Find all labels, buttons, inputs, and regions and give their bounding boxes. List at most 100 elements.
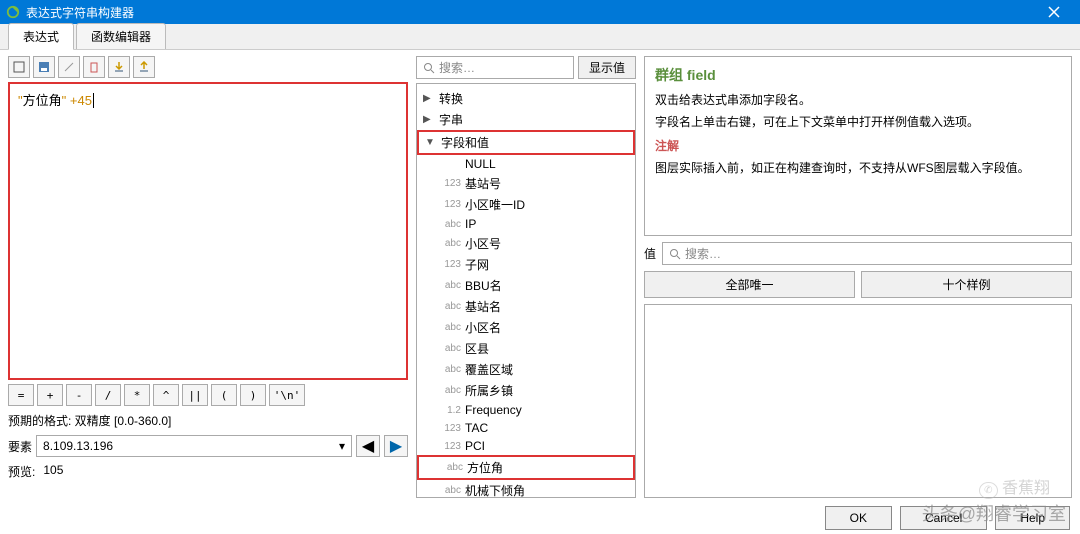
search-icon (669, 248, 681, 260)
tree-group-fields[interactable]: ▼字段和值 (417, 130, 635, 155)
values-label: 值 (644, 245, 656, 262)
app-icon (6, 5, 20, 19)
field-type-tag: abc (441, 385, 461, 396)
tree-field-item[interactable]: abc 区县 (417, 338, 635, 359)
show-values-button[interactable]: 显示值 (578, 56, 636, 79)
field-label: 小区号 (465, 235, 501, 252)
field-label: 方位角 (467, 459, 503, 476)
op-divide[interactable]: / (95, 384, 121, 406)
field-type-tag: abc (441, 485, 461, 496)
tree-field-item[interactable]: NULL (417, 155, 635, 173)
tree-field-item[interactable]: abc小区号 (417, 233, 635, 254)
feature-label: 要素 (8, 438, 32, 455)
import-button[interactable] (108, 56, 130, 78)
field-type-tag: abc (441, 219, 461, 230)
all-unique-button[interactable]: 全部唯一 (644, 271, 855, 298)
op-power[interactable]: ^ (153, 384, 179, 406)
chevron-down-icon: ▾ (339, 439, 345, 453)
tree-field-item[interactable]: abc 基站名 (417, 296, 635, 317)
field-type-tag: abc (441, 280, 461, 291)
feature-combo[interactable]: 8.109.13.196 ▾ (36, 435, 352, 457)
tree-field-item[interactable]: abc 覆盖区域 (417, 359, 635, 380)
op-concat[interactable]: || (182, 384, 208, 406)
field-type-tag: 123 (441, 259, 461, 270)
export-button[interactable] (133, 56, 155, 78)
field-type-tag: abc (441, 343, 461, 354)
op-minus[interactable]: - (66, 384, 92, 406)
op-rparen[interactable]: ) (240, 384, 266, 406)
ten-samples-button[interactable]: 十个样例 (861, 271, 1072, 298)
op-multiply[interactable]: * (124, 384, 150, 406)
field-label: IP (465, 217, 476, 231)
clear-button[interactable] (8, 56, 30, 78)
cancel-button[interactable]: Cancel (900, 506, 987, 530)
titlebar: 表达式字符串构建器 (0, 0, 1080, 24)
field-label: 基站名 (465, 298, 501, 315)
field-type-tag: abc (441, 322, 461, 333)
tree-field-item[interactable]: 123 PCI (417, 437, 635, 455)
tree-field-item[interactable]: 1.2 Frequency (417, 401, 635, 419)
tree-field-item[interactable]: abc 机械下倾角 (417, 480, 635, 498)
field-label: 小区唯一ID (465, 196, 525, 213)
field-type-tag: abc (441, 364, 461, 375)
field-type-tag: 123 (441, 441, 461, 452)
prev-feature-button[interactable]: ◀ (356, 435, 380, 457)
expand-icon: ▶ (423, 114, 435, 125)
field-label: 区县 (465, 340, 489, 357)
next-feature-button[interactable]: ▶ (384, 435, 408, 457)
close-icon (1048, 6, 1060, 18)
op-lparen[interactable]: ( (211, 384, 237, 406)
op-equals[interactable]: = (8, 384, 34, 406)
field-label: 子网 (465, 256, 489, 273)
function-search-input[interactable]: 搜索… (416, 56, 574, 79)
field-label: PCI (465, 439, 485, 453)
tree-group[interactable]: ▶转换 (417, 88, 635, 109)
expand-icon: ▶ (423, 93, 435, 104)
delete-button[interactable] (83, 56, 105, 78)
tree-field-item[interactable]: abc 方位角 (417, 455, 635, 480)
field-label: Frequency (465, 403, 522, 417)
expression-toolbar (8, 56, 408, 78)
help-button[interactable]: Help (995, 506, 1070, 530)
tree-field-item[interactable]: 123 子网 (417, 254, 635, 275)
op-newline[interactable]: '\n' (269, 384, 305, 406)
expression-editor[interactable]: "方位角" +45 (8, 82, 408, 380)
dialog-buttons: OK Cancel Help (825, 506, 1070, 530)
field-label: 小区名 (465, 319, 501, 336)
values-search-input[interactable]: 搜索… (662, 242, 1072, 265)
field-type-tag: 123 (441, 423, 461, 434)
tab-expression[interactable]: 表达式 (8, 23, 74, 50)
save-button[interactable] (33, 56, 55, 78)
field-type-tag: 1.2 (441, 405, 461, 416)
tree-field-item[interactable]: abc BBU名 (417, 275, 635, 296)
tree-field-item[interactable]: abc 小区名 (417, 317, 635, 338)
tree-field-item[interactable]: 123 小区唯一ID (417, 194, 635, 215)
field-type-tag: abc (441, 301, 461, 312)
triangle-right-icon: ▶ (390, 436, 402, 456)
tree-field-item[interactable]: 123TAC (417, 419, 635, 437)
tab-function-editor[interactable]: 函数编辑器 (76, 23, 166, 49)
help-title: 群组 field (655, 65, 1061, 85)
edit-button[interactable] (58, 56, 80, 78)
field-label: 机械下倾角 (465, 482, 525, 498)
field-type-tag: abc (443, 462, 463, 473)
close-button[interactable] (1034, 0, 1074, 24)
search-icon (423, 62, 435, 74)
operator-row: = + - / * ^ || ( ) '\n' (8, 384, 408, 406)
tree-field-item[interactable]: abc所属乡镇 (417, 380, 635, 401)
triangle-left-icon: ◀ (362, 436, 374, 456)
field-label: 覆盖区域 (465, 361, 513, 378)
tree-group[interactable]: ▶字串 (417, 109, 635, 130)
preview-row: 预览: 105 (8, 463, 408, 480)
window-title: 表达式字符串构建器 (26, 4, 1034, 21)
op-plus[interactable]: + (37, 384, 63, 406)
tabs-row: 表达式 函数编辑器 (0, 24, 1080, 50)
tree-field-item[interactable]: abc IP (417, 215, 635, 233)
collapse-icon: ▼ (425, 137, 437, 148)
field-type-tag: 123 (441, 199, 461, 210)
values-list[interactable] (644, 304, 1072, 498)
field-label: BBU名 (465, 277, 502, 294)
tree-field-item[interactable]: 123基站号 (417, 173, 635, 194)
ok-button[interactable]: OK (825, 506, 892, 530)
function-tree[interactable]: ▶转换 ▶字串 ▼字段和值 NULL123基站号123小区唯一IDabcIPab… (416, 83, 636, 498)
